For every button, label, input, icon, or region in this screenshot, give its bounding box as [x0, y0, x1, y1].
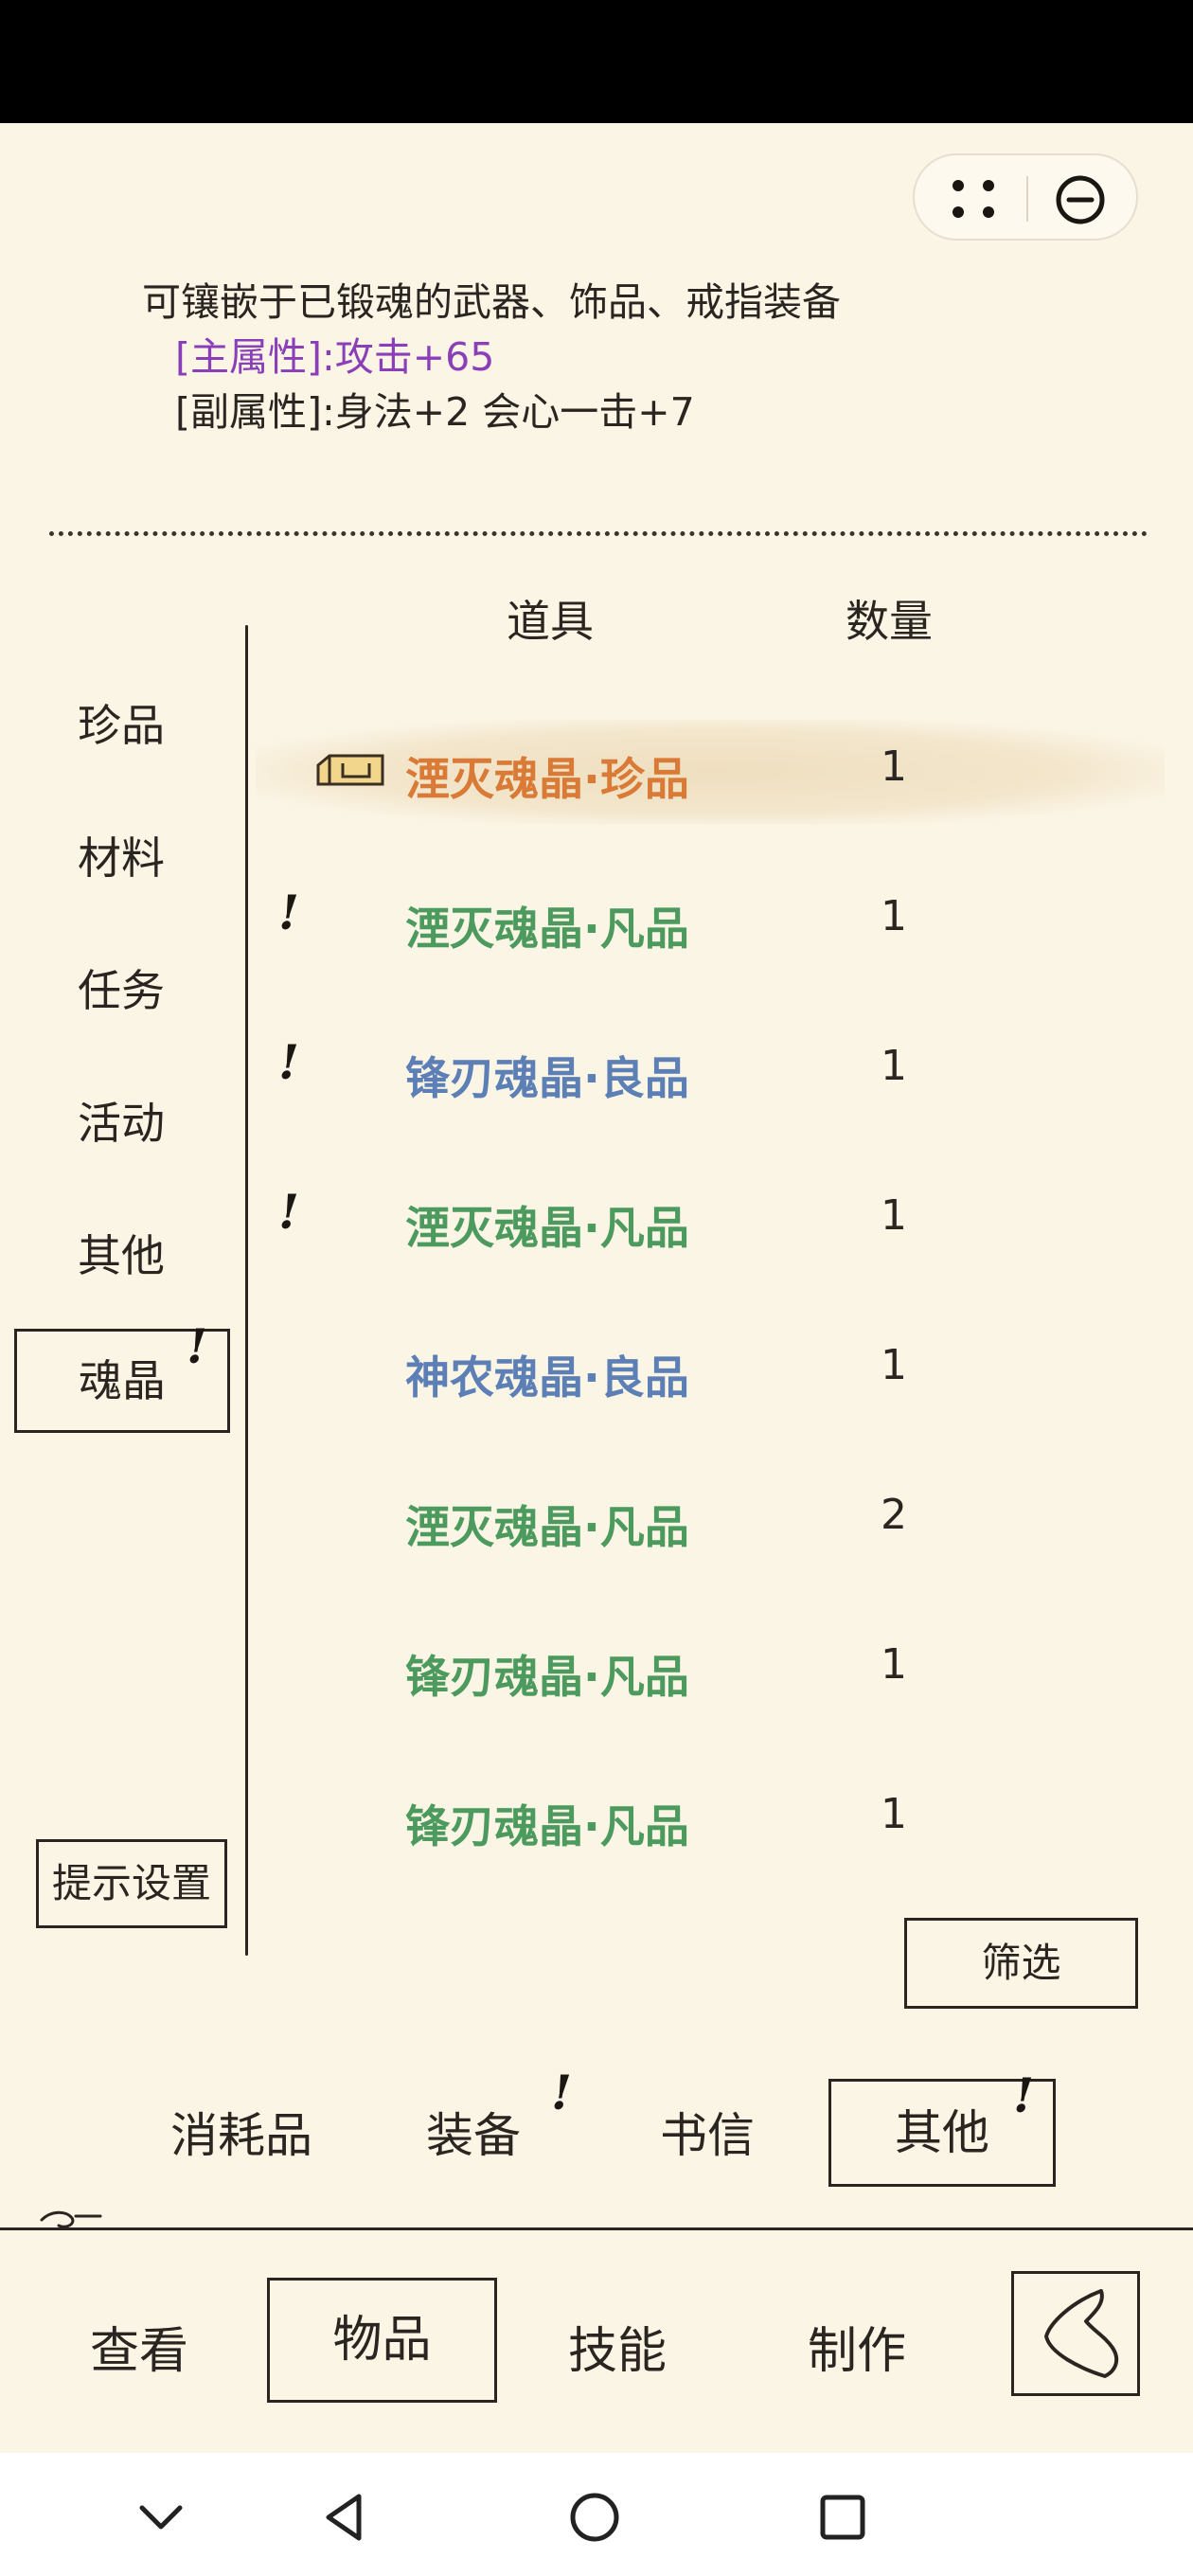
tab-equipment[interactable]: 装备 — [426, 2098, 521, 2166]
item-row[interactable]: 锋刃魂晶·凡品 1 — [256, 1767, 1165, 1871]
item-quantity: 1 — [881, 1341, 907, 1389]
item-quantity: 1 — [881, 1790, 907, 1838]
alert-mark: ! — [278, 1184, 299, 1240]
alert-mark: ! — [1013, 2067, 1034, 2123]
column-header-quantity: 数量 — [846, 596, 933, 647]
item-name: 湮灭魂晶·凡品 — [405, 1203, 689, 1255]
nav-crafting[interactable]: 制作 — [808, 2311, 906, 2382]
alert-mark: ! — [551, 2065, 572, 2120]
item-name: 湮灭魂晶·凡品 — [405, 903, 689, 956]
sidebar-item-materials[interactable]: 材料 — [78, 824, 165, 886]
item-name: 神农魂晶·良品 — [405, 1352, 689, 1404]
swirl-decoration — [40, 2210, 102, 2228]
item-quantity: 1 — [881, 1191, 907, 1240]
back-arrow-icon — [1044, 2289, 1119, 2378]
sub-attribute: [副属性]:身法+2 会心一击+7 — [175, 389, 695, 435]
capsule-menu — [913, 153, 1138, 241]
item-quantity: 1 — [881, 742, 907, 791]
description-text: 可镶嵌于已锻魂的武器、饰品、戒指装备 — [142, 279, 841, 325]
alert-mark: ! — [187, 1318, 207, 1374]
main-attribute: [主属性]:攻击+65 — [175, 334, 495, 380]
circle-home-icon[interactable] — [566, 2489, 623, 2546]
alert-mark: ! — [278, 885, 299, 940]
triangle-back-icon[interactable] — [317, 2489, 374, 2546]
item-quantity: 1 — [881, 1640, 907, 1689]
item-row[interactable]: 锋刃魂晶·凡品 1 — [256, 1618, 1165, 1722]
item-row[interactable]: 湮灭魂晶·凡品 2 — [256, 1468, 1165, 1572]
item-row[interactable]: 湮灭魂晶·珍品 1 — [256, 720, 1165, 824]
tip-settings-button[interactable]: 提示设置 — [36, 1839, 227, 1928]
item-row[interactable]: ! 锋刃魂晶·良品 1 — [256, 1019, 1165, 1123]
item-row[interactable]: ! 湮灭魂晶·凡品 1 — [256, 1169, 1165, 1273]
tab-letters[interactable]: 书信 — [660, 2098, 755, 2166]
nav-view[interactable]: 查看 — [90, 2311, 188, 2382]
status-bar — [0, 0, 1193, 123]
sidebar-item-quests[interactable]: 任务 — [78, 957, 165, 1019]
alert-mark: ! — [278, 1034, 299, 1090]
item-quantity: 1 — [881, 1042, 907, 1090]
item-name: 湮灭魂晶·珍品 — [405, 754, 689, 806]
item-quantity: 1 — [881, 892, 907, 940]
sidebar-item-treasure[interactable]: 珍品 — [78, 691, 165, 754]
item-description: 可镶嵌于已锻魂的武器、饰品、戒指装备 [主属性]:攻击+65 [副属性]:身法+… — [142, 275, 841, 439]
capsule-separator — [1026, 176, 1028, 222]
square-recent-icon[interactable] — [814, 2489, 871, 2546]
nav-label: 物品 — [332, 2312, 432, 2369]
item-name: 湮灭魂晶·凡品 — [405, 1502, 689, 1554]
filter-button[interactable]: 筛选 — [904, 1918, 1138, 2009]
column-header-item: 道具 — [507, 596, 594, 647]
item-row[interactable]: ! 湮灭魂晶·凡品 1 — [256, 869, 1165, 974]
item-name: 锋刃魂晶·凡品 — [405, 1652, 689, 1704]
item-name: 锋刃魂晶·良品 — [405, 1053, 689, 1105]
chevron-down-icon[interactable] — [133, 2489, 189, 2546]
minimize-icon[interactable] — [1055, 174, 1106, 225]
back-button[interactable] — [1011, 2271, 1140, 2396]
sidebar-divider — [245, 625, 248, 1956]
item-name: 锋刃魂晶·凡品 — [405, 1801, 689, 1853]
box-icon — [316, 754, 384, 786]
more-dots-icon[interactable] — [951, 178, 996, 220]
sidebar-item-events[interactable]: 活动 — [78, 1089, 165, 1152]
nav-skills[interactable]: 技能 — [568, 2311, 667, 2382]
tab-label: 其他 — [895, 2105, 989, 2160]
bottom-divider — [0, 2227, 1193, 2230]
nav-items[interactable]: 物品 — [267, 2278, 497, 2403]
item-row[interactable]: 神农魂晶·良品 1 — [256, 1318, 1165, 1422]
item-quantity: 2 — [881, 1491, 907, 1539]
tab-consumables[interactable]: 消耗品 — [170, 2098, 312, 2166]
dotted-divider — [49, 531, 1148, 536]
sidebar-item-label: 魂晶 — [79, 1355, 166, 1406]
sidebar-item-other[interactable]: 其他 — [78, 1222, 165, 1284]
